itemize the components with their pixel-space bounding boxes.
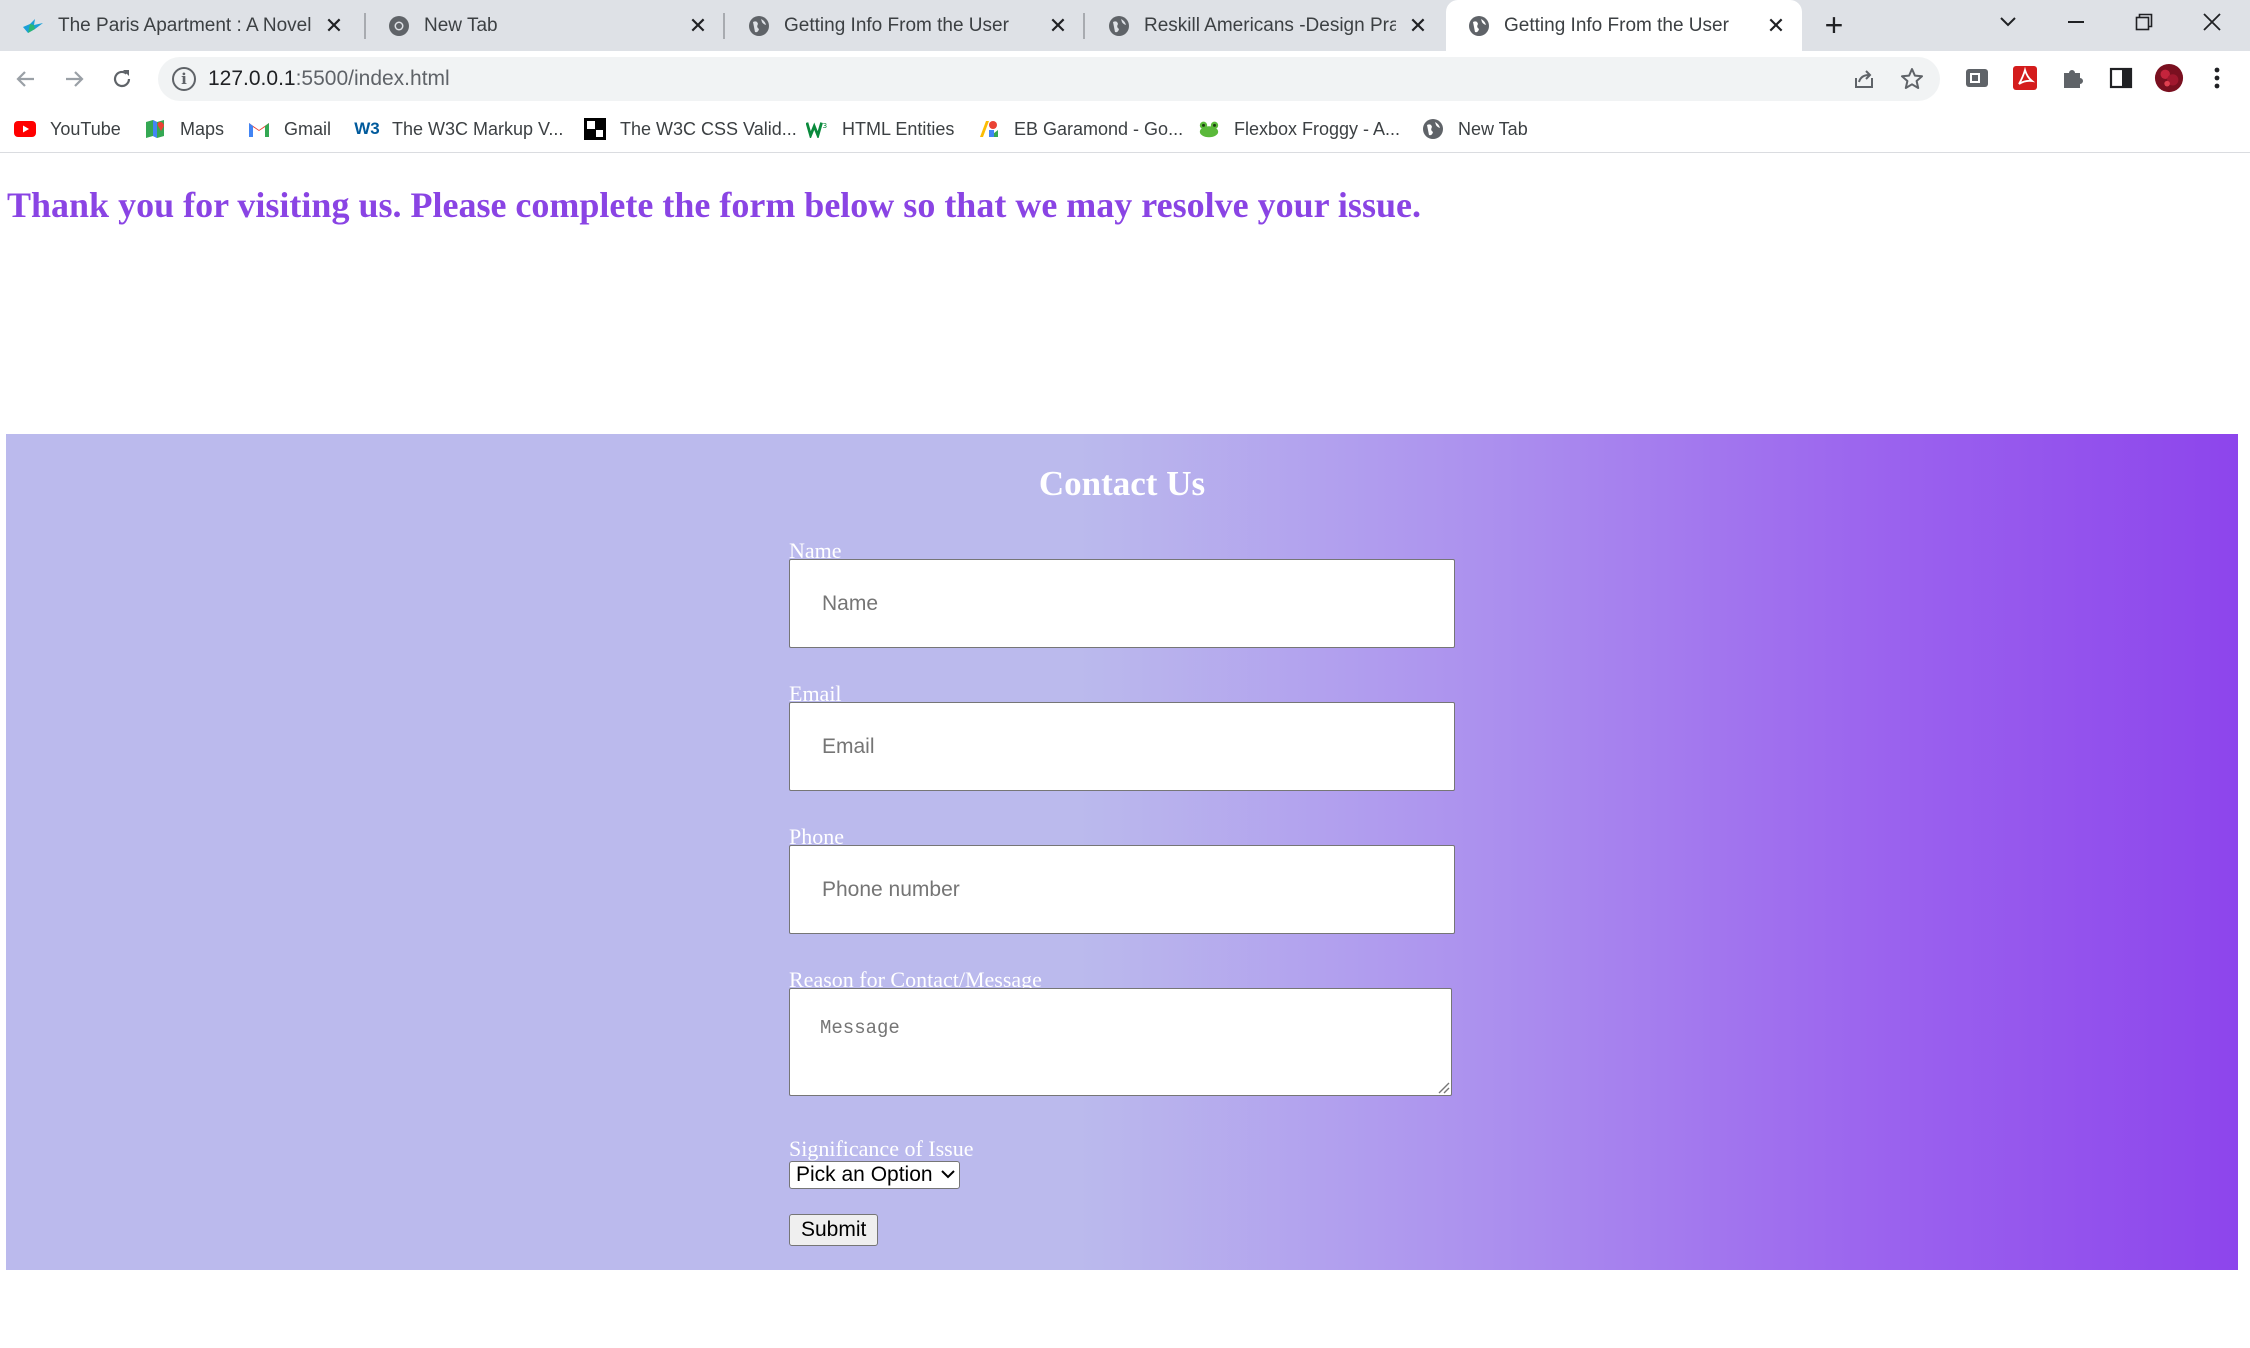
bird-icon: [22, 15, 44, 37]
bookmark-label: New Tab: [1458, 118, 1528, 139]
browser-toolbar: i 127.0.0.1:5500/index.html: [0, 51, 2250, 105]
puzzle-icon[interactable]: [2058, 63, 2088, 93]
bookmark-label: YouTube: [50, 118, 121, 139]
significance-label: Significance of Issue: [789, 1136, 974, 1161]
bookmark-youtube[interactable]: YouTube: [14, 115, 121, 143]
tab-title: Reskill Americans -Design Practic: [1144, 14, 1396, 36]
w3c-icon: W3: [354, 119, 380, 138]
phone-input[interactable]: [789, 845, 1455, 934]
back-icon[interactable]: [6, 59, 46, 99]
intro-heading: Thank you for visiting us. Please comple…: [7, 185, 1421, 225]
w3c-css-icon: [584, 118, 606, 140]
tab-getting-info[interactable]: Getting Info From the User ✕: [726, 0, 1084, 51]
bookmark-w3c-css[interactable]: The W3C CSS Valid...: [584, 115, 797, 143]
frog-icon: [1198, 118, 1220, 140]
close-icon[interactable]: ✕: [322, 13, 346, 38]
svg-text:3: 3: [823, 121, 828, 130]
tab-divider: [1083, 13, 1085, 39]
bookmark-html-entities[interactable]: 3 HTML Entities: [806, 115, 954, 143]
close-icon[interactable]: ✕: [686, 13, 710, 38]
page-viewport: Thank you for visiting us. Please comple…: [0, 154, 2250, 1348]
tab-title: Getting Info From the User: [784, 14, 1009, 36]
bookmark-new-tab[interactable]: New Tab: [1422, 115, 1528, 143]
globe-icon: [1108, 15, 1130, 37]
tab-title: Getting Info From the User: [1504, 14, 1729, 36]
share-icon[interactable]: [1850, 65, 1878, 93]
bookmark-label: Gmail: [284, 118, 332, 139]
gmail-icon: [248, 118, 270, 140]
chrome-icon: [388, 15, 410, 37]
bookmark-flexbox-froggy[interactable]: Flexbox Froggy - A...: [1198, 115, 1400, 143]
close-icon[interactable]: ✕: [1764, 13, 1788, 38]
bookmark-label: The W3C Markup V...: [392, 118, 564, 139]
url-host: 127.0.0.1: [208, 67, 296, 90]
bookmark-label: Maps: [180, 118, 225, 139]
minimize-icon[interactable]: [2042, 0, 2110, 44]
bookmark-eb-garamond[interactable]: EB Garamond - Go...: [978, 115, 1183, 143]
bookmark-star-icon[interactable]: [1898, 65, 1926, 93]
side-panel-icon[interactable]: [2106, 63, 2136, 93]
submit-button[interactable]: Submit: [789, 1214, 879, 1246]
significance-select[interactable]: Pick an Option: [789, 1161, 960, 1189]
tab-divider: [723, 13, 725, 39]
maps-icon: [144, 118, 166, 140]
tab-search-icon[interactable]: [1974, 0, 2042, 44]
close-icon[interactable]: ✕: [1046, 13, 1070, 38]
globe-icon: [1468, 15, 1490, 37]
bookmark-w3c-markup[interactable]: W3 The W3C Markup V...: [354, 115, 564, 143]
tab-strip: The Paris Apartment : A Novel by ✕ New T…: [0, 0, 2250, 51]
youtube-icon: [14, 118, 36, 140]
window-close-icon[interactable]: [2178, 0, 2246, 44]
globe-icon: [1422, 118, 1444, 140]
bookmark-gmail[interactable]: Gmail: [248, 115, 331, 143]
contact-title: Contact Us: [1038, 464, 1206, 503]
more-menu-icon[interactable]: [2202, 63, 2232, 93]
globe-icon: [748, 15, 770, 37]
tab-title: New Tab: [424, 14, 498, 36]
chevron-down-icon: [940, 1166, 955, 1184]
close-icon[interactable]: ✕: [1406, 13, 1430, 38]
html-entities-icon: 3: [806, 118, 828, 140]
tab-new-tab[interactable]: New Tab ✕: [366, 0, 724, 51]
pdf-extension-icon[interactable]: [2010, 63, 2040, 93]
new-tab-button[interactable]: +: [1816, 7, 1852, 43]
bookmarks-bar: YouTube Maps Gmail W3 The W3C Markup V..…: [0, 105, 2250, 153]
bookmark-label: EB Garamond - Go...: [1014, 118, 1184, 139]
significance-selected-value: Pick an Option: [796, 1163, 933, 1186]
restore-icon[interactable]: [2110, 0, 2178, 44]
extension-clipper-icon[interactable]: [1962, 63, 1992, 93]
name-input[interactable]: [789, 559, 1455, 648]
bookmark-label: HTML Entities: [842, 118, 955, 139]
google-fonts-icon: [978, 118, 1000, 140]
profile-avatar-icon[interactable]: [2154, 63, 2184, 93]
tab-paris-apartment[interactable]: The Paris Apartment : A Novel by ✕: [0, 0, 360, 51]
message-textarea[interactable]: [789, 988, 1452, 1096]
address-bar[interactable]: i 127.0.0.1:5500/index.html: [158, 57, 1940, 101]
bookmark-label: The W3C CSS Valid...: [620, 118, 797, 139]
email-input[interactable]: [789, 702, 1455, 791]
url-path: :5500/index.html: [295, 67, 450, 90]
tab-getting-info-active[interactable]: Getting Info From the User ✕: [1446, 0, 1802, 51]
resize-handle-icon[interactable]: [1436, 1080, 1450, 1094]
bookmark-label: Flexbox Froggy - A...: [1234, 118, 1401, 139]
bookmark-maps[interactable]: Maps: [144, 115, 224, 143]
tab-title: The Paris Apartment : A Novel by: [58, 14, 312, 36]
url-text[interactable]: 127.0.0.1:5500/index.html: [208, 67, 450, 91]
tab-reskill-americans[interactable]: Reskill Americans -Design Practic ✕: [1086, 0, 1444, 51]
contact-section: Contact Us Name Email Phone Reason for C…: [6, 434, 2238, 1270]
site-info-icon[interactable]: i: [172, 67, 196, 91]
forward-icon[interactable]: [54, 59, 94, 99]
reload-icon[interactable]: [102, 59, 142, 99]
